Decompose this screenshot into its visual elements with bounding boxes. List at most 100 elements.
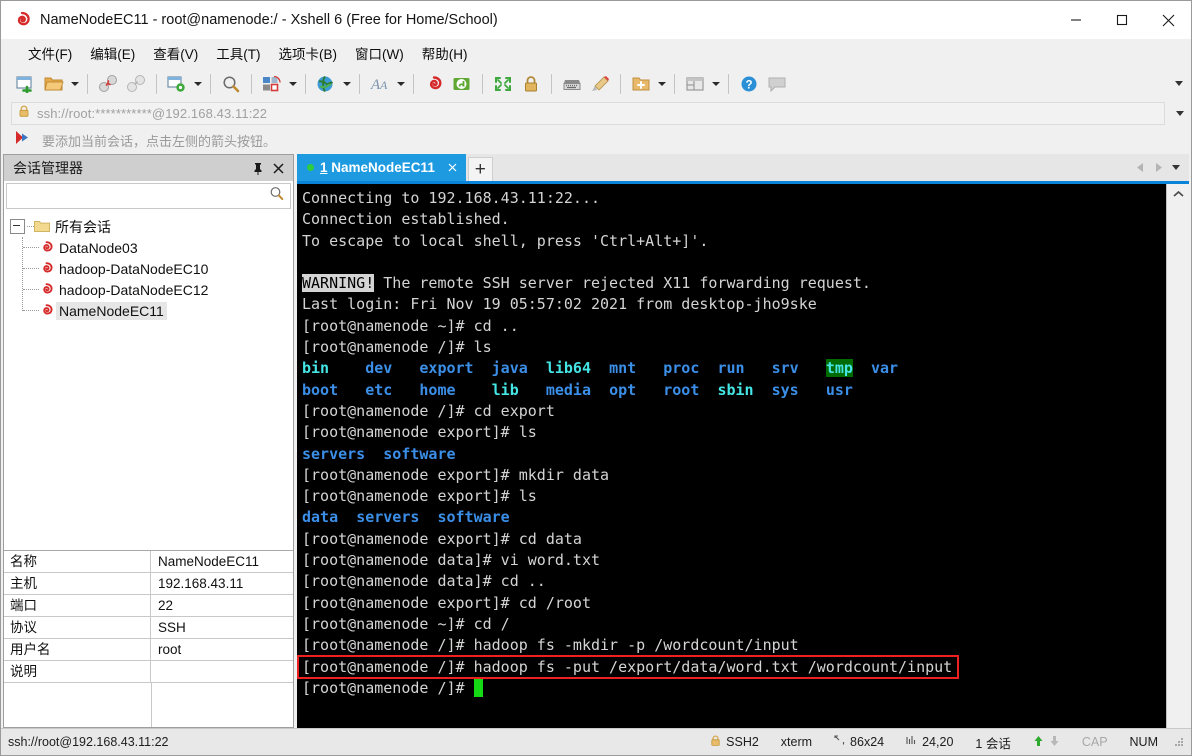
terminal-output[interactable]: Connecting to 192.168.43.11:22... Connect… [297, 184, 1166, 728]
address-value: ssh://root:***********@192.168.43.11:22 [37, 106, 268, 121]
find-icon[interactable] [217, 70, 245, 98]
new-tab-button[interactable]: + [467, 157, 493, 181]
status-connection-url: ssh://root@192.168.43.11:22 [8, 735, 169, 749]
xshell-window: NameNodeEC11 - root@namenode:/ - Xshell … [0, 0, 1192, 756]
menu-edit[interactable]: 编辑(E) [81, 40, 144, 66]
xshell-icon[interactable] [420, 70, 448, 98]
lock-icon[interactable] [517, 70, 545, 98]
tree-root-all-sessions[interactable]: 所有会话 [4, 216, 293, 237]
globe-icon[interactable] [312, 70, 340, 98]
close-button[interactable] [1145, 1, 1191, 39]
pin-icon[interactable] [249, 159, 267, 177]
toolbar-separator [305, 73, 306, 94]
chevron-down-icon[interactable] [1169, 101, 1191, 126]
terminal-scrollbar[interactable] [1166, 184, 1189, 728]
maximize-button[interactable] [1099, 1, 1145, 39]
tree-connector [27, 225, 34, 228]
session-item-namenodeec11[interactable]: NameNodeEC11 [17, 300, 293, 321]
menu-tabs[interactable]: 选项卡(B) [270, 40, 347, 66]
scrollbar-track[interactable] [1167, 204, 1189, 728]
new-folder-icon[interactable] [627, 70, 655, 98]
tab-number: 1 [320, 160, 328, 175]
close-icon[interactable] [445, 160, 460, 175]
open-folder-dropdown-icon[interactable] [68, 70, 81, 98]
terminal-text: [root@namenode ~]# cd / [302, 614, 510, 633]
toolbar-separator [551, 73, 552, 94]
toolbar-overflow-button[interactable] [1175, 66, 1183, 101]
terminal-text: Last login: Fri Nov 19 05:57:02 2021 fro… [302, 295, 817, 314]
status-protocol: SSH2 [699, 734, 770, 750]
terminal-text: opt [609, 380, 637, 399]
expander-icon[interactable] [10, 219, 25, 234]
status-size-label: 86x24 [850, 735, 885, 749]
terminal-text: bin [302, 359, 330, 378]
arrange-icon[interactable] [681, 70, 709, 98]
search-input[interactable] [7, 187, 269, 205]
new-folder-dropdown-icon[interactable] [655, 70, 668, 98]
status-num-indicator: NUM [1129, 735, 1158, 749]
menu-tools[interactable]: 工具(T) [207, 40, 269, 66]
property-row-protocol: 协议 SSH [4, 617, 293, 639]
property-row-name: 名称 NameNodeEC11 [4, 551, 293, 573]
address-input[interactable]: ssh://root:***********@192.168.43.11:22 [11, 102, 1165, 125]
search-icon[interactable] [269, 186, 284, 206]
chevron-down-icon[interactable] [1168, 158, 1184, 178]
terminal-text: WARNING! [302, 274, 375, 293]
disconnect-icon[interactable] [94, 70, 122, 98]
menu-window[interactable]: 窗口(W) [346, 40, 413, 66]
open-folder-icon[interactable] [40, 70, 68, 98]
session-properties-dropdown-icon[interactable] [191, 70, 204, 98]
keyboard-icon[interactable] [558, 70, 586, 98]
status-session-count: 1 会话 [975, 736, 1011, 751]
new-session-icon[interactable] [12, 70, 40, 98]
session-item-hadoop-datanodeec10[interactable]: hadoop-DataNodeEC10 [17, 258, 293, 279]
terminal-line: servers software [302, 444, 1166, 465]
menu-help[interactable]: 帮助(H) [413, 40, 477, 66]
triangle-left-icon[interactable] [1132, 158, 1148, 178]
session-item-hadoop-datanodeec12[interactable]: hadoop-DataNodeEC12 [17, 279, 293, 300]
globe-dropdown-icon[interactable] [340, 70, 353, 98]
session-item-datanode03[interactable]: DataNode03 [17, 237, 293, 258]
tree-children: DataNode03 hadoop-DataNodeEC10 hadoop-Da… [4, 237, 293, 321]
session-properties-icon[interactable] [163, 70, 191, 98]
terminal-text: [root@namenode ~]# cd .. [302, 316, 519, 335]
status-protocol-label: SSH2 [726, 735, 759, 749]
transfer-file-icon[interactable] [258, 70, 286, 98]
terminal-line: [root@namenode /]# hadoop fs -put /expor… [302, 657, 1166, 678]
connected-dot [307, 164, 314, 171]
fullscreen-icon[interactable] [489, 70, 517, 98]
close-icon[interactable] [269, 159, 287, 177]
minimize-button[interactable] [1053, 1, 1099, 39]
tab-namenodeec11[interactable]: 1 NameNodeEC11 [297, 154, 466, 181]
property-value: 192.168.43.11 [158, 576, 244, 591]
xftp-icon[interactable] [448, 70, 476, 98]
font-icon[interactable]: A A [366, 70, 394, 98]
arrange-dropdown-icon[interactable] [709, 70, 722, 98]
property-key: 名称 [4, 551, 151, 572]
menu-file[interactable]: 文件(F) [19, 40, 81, 66]
terminal-text: servers [356, 508, 420, 527]
session-search[interactable] [6, 183, 291, 209]
tab-label: 1 NameNodeEC11 [320, 160, 435, 175]
terminal-text: [root@namenode data]# cd .. [302, 572, 546, 591]
notice-bar: 要添加当前会话，点击左侧的箭头按钮。 [1, 126, 1191, 154]
tab-title: NameNodeEC11 [331, 160, 435, 175]
transfer-file-dropdown-icon[interactable] [286, 70, 299, 98]
comment-icon[interactable] [763, 70, 791, 98]
help-icon[interactable]: ? [735, 70, 763, 98]
session-properties-table: 名称 NameNodeEC11 主机 192.168.43.11 端口 22 协… [4, 550, 293, 727]
reconnect-icon[interactable] [122, 70, 150, 98]
menu-view[interactable]: 查看(V) [144, 40, 207, 66]
resize-grip[interactable] [1173, 736, 1185, 748]
triangle-right-icon[interactable] [1150, 158, 1166, 178]
terminal-line: Last login: Fri Nov 19 05:57:02 2021 fro… [302, 294, 1166, 315]
terminal-line: Connection established. [302, 209, 1166, 230]
terminal-line: [root@namenode export]# ls [302, 422, 1166, 443]
highlight-icon[interactable] [586, 70, 614, 98]
font-dropdown-icon[interactable] [394, 70, 407, 98]
chevron-up-icon[interactable] [1167, 184, 1189, 204]
